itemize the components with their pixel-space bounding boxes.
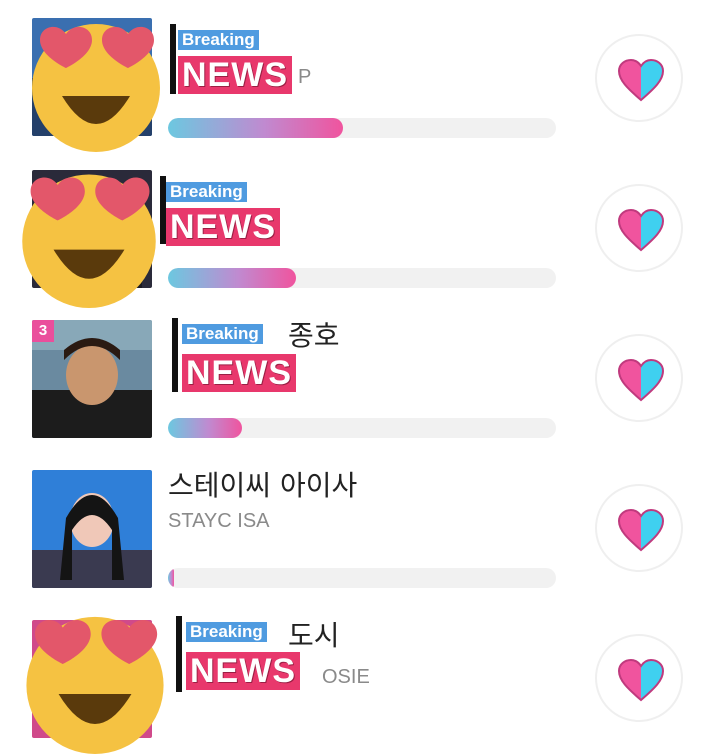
heart-icon — [617, 58, 665, 102]
vote-progress-bar — [168, 118, 556, 138]
artist-name: 종호 — [288, 319, 340, 352]
vote-progress-bar — [168, 268, 556, 288]
vote-button[interactable] — [595, 184, 683, 272]
heart-eyes-emoji-icon — [32, 24, 160, 152]
rank-badge: 3 — [32, 320, 54, 342]
heart-icon — [617, 208, 665, 252]
artist-group: OSIE — [322, 666, 370, 688]
vote-progress-fill — [168, 268, 297, 288]
vote-button[interactable] — [595, 634, 683, 722]
heart-icon — [617, 508, 665, 552]
heart-icon — [617, 658, 665, 702]
vote-button[interactable] — [595, 484, 683, 572]
vote-progress-bar — [168, 418, 556, 438]
breaking-label: Breaking — [166, 182, 247, 202]
vote-progress-fill — [168, 118, 343, 138]
vote-progress-fill — [168, 418, 242, 438]
vote-button[interactable] — [595, 34, 683, 122]
artist-thumbnail[interactable]: 3 — [32, 320, 152, 438]
news-label: NEWS — [178, 56, 292, 94]
artist-name: 스테이씨 아이사 — [168, 469, 358, 502]
artist-name: 도시 — [288, 619, 340, 652]
artist-thumbnail[interactable] — [32, 470, 152, 588]
breaking-label: Breaking — [186, 622, 267, 642]
heart-icon — [617, 358, 665, 402]
heart-eyes-emoji-icon — [22, 174, 156, 308]
sticker-bar — [170, 24, 176, 94]
artist-group: P — [298, 66, 312, 88]
vote-progress-fill — [168, 568, 174, 588]
list-item[interactable]: 스테이씨 아이사 STAYC ISA — [0, 450, 720, 600]
sticker-bar — [172, 318, 178, 392]
heart-eyes-emoji-icon — [26, 616, 164, 754]
vote-button[interactable] — [595, 334, 683, 422]
breaking-label: Breaking — [178, 30, 259, 50]
news-label: NEWS — [182, 354, 296, 392]
news-label: NEWS — [186, 652, 300, 690]
sticker-bar — [176, 616, 182, 692]
news-label: NEWS — [166, 208, 280, 246]
vote-progress-bar — [168, 568, 556, 588]
list-item[interactable]: 3 종호 — [0, 300, 720, 450]
breaking-label: Breaking — [182, 324, 263, 344]
artist-group: STAYC ISA — [168, 510, 270, 532]
